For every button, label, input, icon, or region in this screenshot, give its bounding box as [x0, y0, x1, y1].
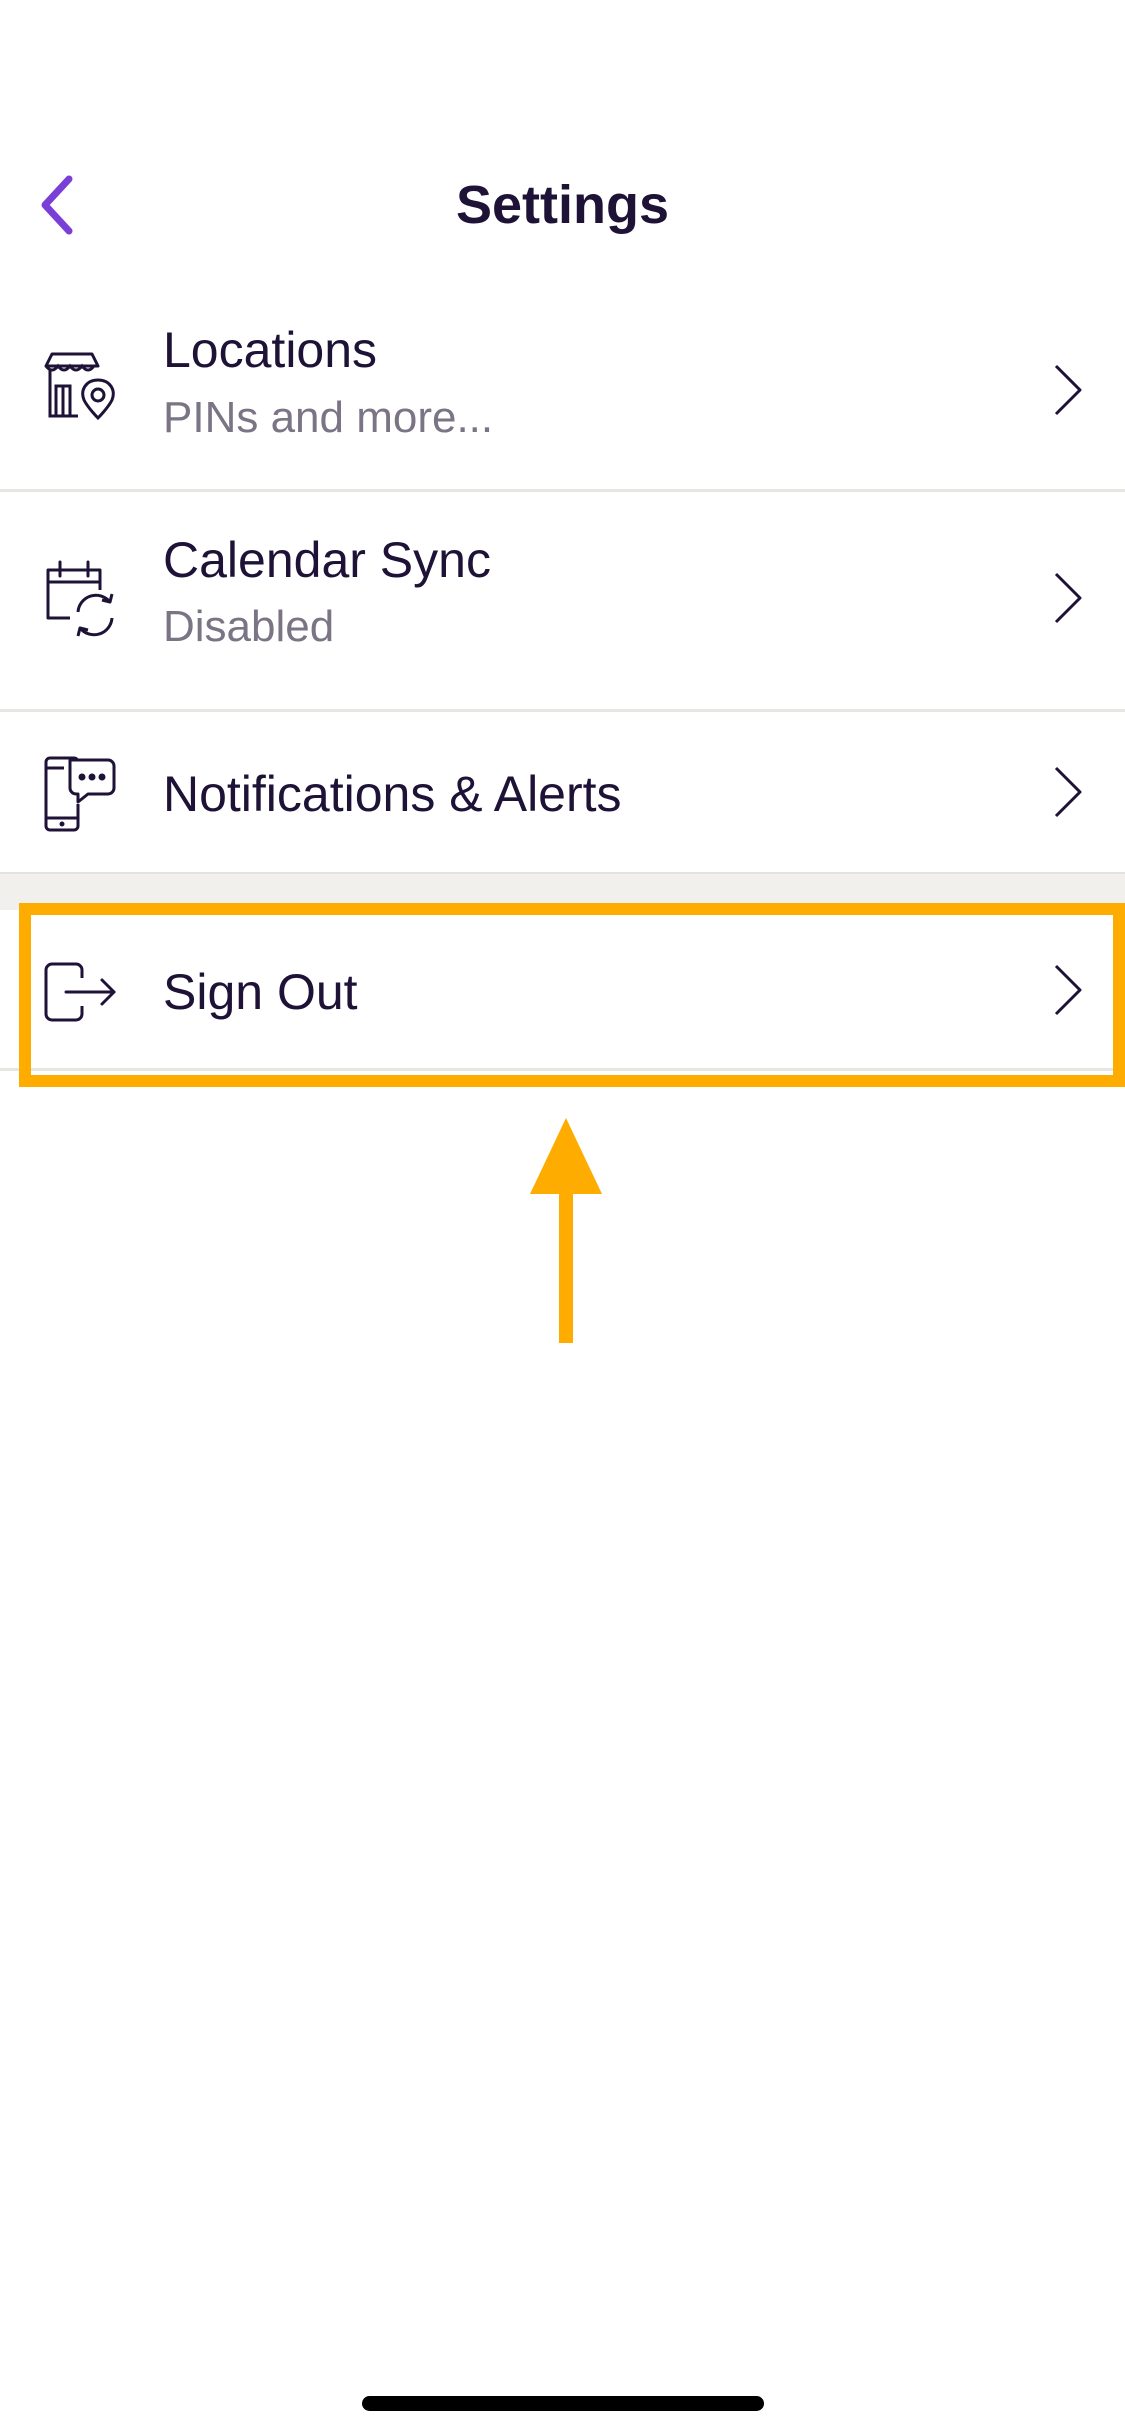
- settings-item-notifications[interactable]: Notifications & Alerts: [0, 712, 1125, 872]
- highlight-box: [19, 903, 1125, 1087]
- settings-item-title: Calendar Sync: [163, 532, 491, 588]
- settings-item-subtitle: PINs and more...: [163, 393, 494, 442]
- chevron-right-icon: [1054, 364, 1082, 416]
- settings-item-title: Notifications & Alerts: [163, 766, 622, 822]
- chevron-right-icon: [1054, 572, 1082, 624]
- phone-chat-icon: [38, 752, 122, 836]
- settings-item-subtitle: Disabled: [163, 602, 335, 651]
- settings-item-locations[interactable]: Locations PINs and more...: [0, 290, 1125, 490]
- page-title: Settings: [455, 175, 670, 235]
- home-indicator: [362, 2396, 764, 2411]
- calendar-sync-icon: [38, 556, 122, 640]
- chevron-right-icon: [1054, 766, 1082, 818]
- settings-item-calendar-sync[interactable]: Calendar Sync Disabled: [0, 492, 1125, 709]
- arrow-up-icon: [530, 1118, 602, 1343]
- location-storefront-icon: [38, 346, 122, 430]
- header-bar: Settings: [0, 150, 1125, 260]
- settings-item-title: Locations: [163, 322, 378, 378]
